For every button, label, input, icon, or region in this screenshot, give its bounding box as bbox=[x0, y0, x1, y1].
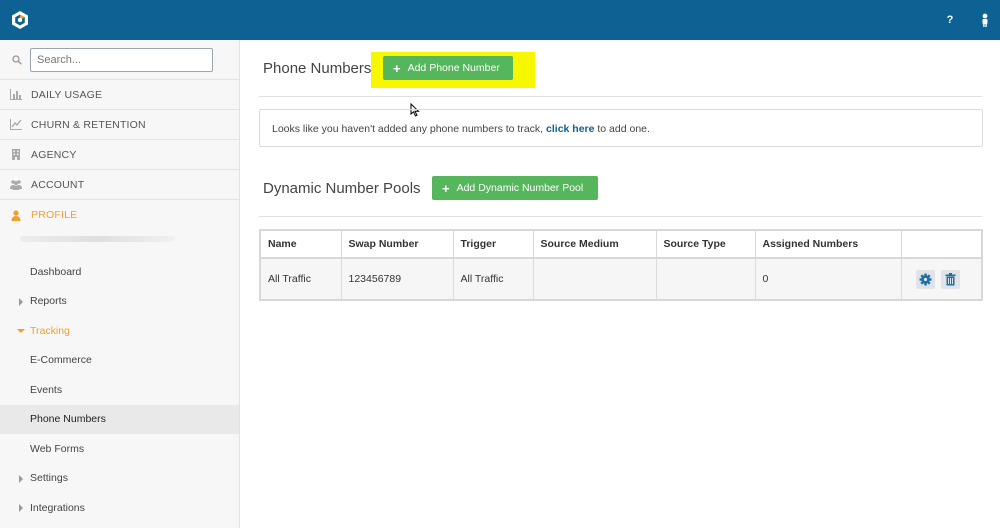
sidebar-item-phone-numbers[interactable]: Phone Numbers bbox=[0, 404, 239, 434]
column-header-name[interactable]: Name bbox=[260, 230, 342, 259]
no-numbers-notice: Looks like you haven't added any phone n… bbox=[259, 109, 983, 147]
sidebar-item-web-forms[interactable]: Web Forms bbox=[0, 434, 239, 464]
users-icon bbox=[10, 180, 22, 190]
chevron-down-icon bbox=[17, 329, 25, 333]
bar-chart-icon bbox=[10, 89, 22, 100]
column-header-actions bbox=[901, 230, 982, 259]
plus-icon: + bbox=[393, 60, 401, 76]
divider bbox=[259, 216, 982, 217]
sidebar-item-reports[interactable]: Reports bbox=[0, 287, 239, 317]
sidebar-item-events[interactable]: Events bbox=[0, 375, 239, 405]
sidebar-item-e-commerce[interactable]: E-Commerce bbox=[0, 346, 239, 376]
cell-source-type bbox=[656, 258, 756, 300]
button-label: Add Dynamic Number Pool bbox=[456, 182, 584, 194]
settings-button[interactable] bbox=[916, 269, 936, 289]
gear-icon bbox=[919, 273, 932, 285]
add-phone-number-button[interactable]: + Add Phone Number bbox=[383, 56, 513, 80]
nav-item-profile[interactable]: PROFILE bbox=[0, 200, 239, 230]
sidebar-item-label: Integrations bbox=[30, 501, 85, 514]
sidebar-item-label: Reports bbox=[30, 295, 67, 308]
help-icon[interactable]: ? bbox=[942, 12, 958, 28]
brand-logo-icon[interactable] bbox=[10, 10, 30, 30]
column-header-swap-number[interactable]: Swap Number bbox=[341, 230, 454, 259]
search-input[interactable] bbox=[30, 48, 213, 72]
sidebar-item-dashboard[interactable]: Dashboard bbox=[0, 257, 239, 287]
cell-trigger: All Traffic bbox=[453, 258, 534, 300]
phone-numbers-title: Phone Numbers bbox=[263, 60, 372, 77]
search-icon bbox=[12, 55, 22, 65]
nav-item-label: AGENCY bbox=[31, 148, 77, 161]
line-chart-icon bbox=[10, 119, 22, 130]
main-content: Phone Numbers + Add Phone Number Looks l… bbox=[241, 40, 1000, 528]
sidebar-item-label: Dashboard bbox=[30, 265, 82, 278]
nav-item-label: DAILY USAGE bbox=[31, 88, 103, 101]
sidebar-item-label: Tracking bbox=[30, 324, 70, 337]
button-label: Add Phone Number bbox=[407, 62, 500, 74]
click-here-link[interactable]: click here bbox=[546, 123, 594, 135]
cell-assigned-numbers: 0 bbox=[755, 258, 902, 300]
sidebar-search bbox=[0, 40, 239, 80]
nav-item-label: ACCOUNT bbox=[31, 178, 85, 191]
divider bbox=[259, 96, 982, 97]
sidebar-item-settings[interactable]: Settings bbox=[0, 464, 239, 494]
dynamic-number-pools-title: Dynamic Number Pools bbox=[263, 180, 421, 197]
cell-name: All Traffic bbox=[260, 258, 342, 300]
sidebar-item-label: Web Forms bbox=[30, 442, 85, 455]
notice-text: Looks like you haven't added any phone n… bbox=[272, 123, 547, 135]
building-icon bbox=[12, 149, 20, 160]
sidebar-item-label: Settings bbox=[30, 472, 68, 485]
nav-item-account[interactable]: ACCOUNT bbox=[0, 170, 239, 200]
blurred-text bbox=[20, 236, 175, 242]
sidebar-item-label: E-Commerce bbox=[30, 354, 92, 367]
trash-icon bbox=[945, 272, 956, 285]
user-icon[interactable] bbox=[977, 12, 993, 28]
chevron-right-icon bbox=[19, 297, 23, 306]
sidebar-item-integrations[interactable]: Integrations bbox=[0, 493, 239, 523]
dynamic-pools-table: Name Swap Number Trigger Source Medium S… bbox=[259, 229, 983, 301]
sidebar-item-tracking[interactable]: Tracking bbox=[0, 316, 239, 346]
sidebar-item-label: Phone Numbers bbox=[30, 413, 106, 426]
nav-item-label: CHURN & RETENTION bbox=[31, 118, 146, 131]
nav-item-churn-retention[interactable]: CHURN & RETENTION bbox=[0, 110, 239, 140]
column-header-source-medium[interactable]: Source Medium bbox=[533, 230, 657, 259]
cell-actions bbox=[901, 258, 982, 300]
cell-swap-number: 123456789 bbox=[341, 258, 454, 300]
add-dynamic-number-pool-button[interactable]: + Add Dynamic Number Pool bbox=[432, 176, 598, 200]
sidebar: DAILY USAGE CHURN & RETENTION AGENCY ACC… bbox=[0, 40, 240, 528]
sidebar-item-label: Events bbox=[30, 383, 63, 396]
chevron-right-icon bbox=[19, 504, 23, 512]
table-header-row: Name Swap Number Trigger Source Medium S… bbox=[260, 230, 982, 259]
top-bar: ? bbox=[0, 0, 1000, 40]
delete-button[interactable] bbox=[941, 269, 960, 289]
column-header-trigger[interactable]: Trigger bbox=[453, 230, 534, 259]
notice-text-end: to add one. bbox=[594, 123, 650, 135]
table-row: All Traffic 123456789 All Traffic 0 bbox=[260, 258, 982, 300]
chevron-right-icon bbox=[19, 474, 23, 483]
column-header-assigned-numbers[interactable]: Assigned Numbers bbox=[755, 230, 902, 259]
user-icon bbox=[11, 209, 21, 221]
nav-item-agency[interactable]: AGENCY bbox=[0, 140, 239, 170]
nav-item-label: PROFILE bbox=[31, 209, 78, 221]
blurred-profile-name bbox=[0, 230, 239, 257]
cell-source-medium bbox=[533, 258, 657, 300]
plus-icon: + bbox=[442, 180, 450, 196]
nav-item-daily-usage[interactable]: DAILY USAGE bbox=[0, 80, 239, 110]
column-header-source-type[interactable]: Source Type bbox=[656, 230, 756, 259]
